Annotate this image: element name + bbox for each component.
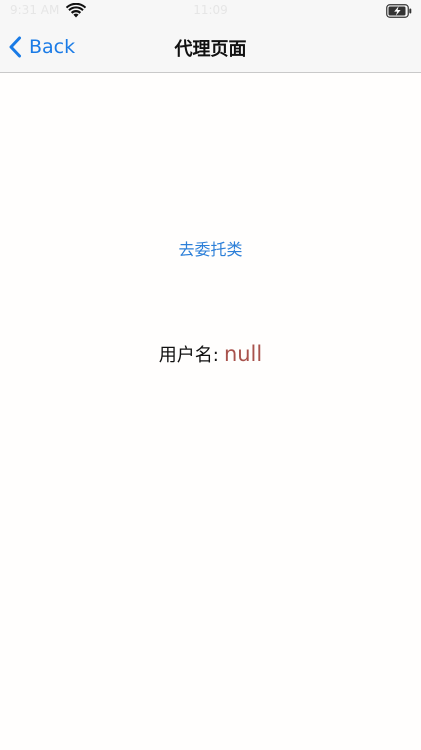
username-label: 用户名:	[158, 345, 219, 366]
page-title: 代理页面	[174, 39, 247, 60]
username-value: null	[223, 342, 263, 366]
navigation-bar: Back 代理页面	[0, 22, 421, 73]
status-bar: 9:31 AM 11:09	[0, 0, 421, 22]
status-time: 11:09	[193, 3, 228, 17]
go-to-delegate-button[interactable]: 去委托类	[0, 236, 421, 260]
username-row: 用户名: null	[0, 341, 421, 367]
battery-charging-icon	[386, 4, 412, 18]
screen: 9:31 AM 11:09 Back 代理页面 去委托类 用户名: null	[0, 0, 421, 750]
